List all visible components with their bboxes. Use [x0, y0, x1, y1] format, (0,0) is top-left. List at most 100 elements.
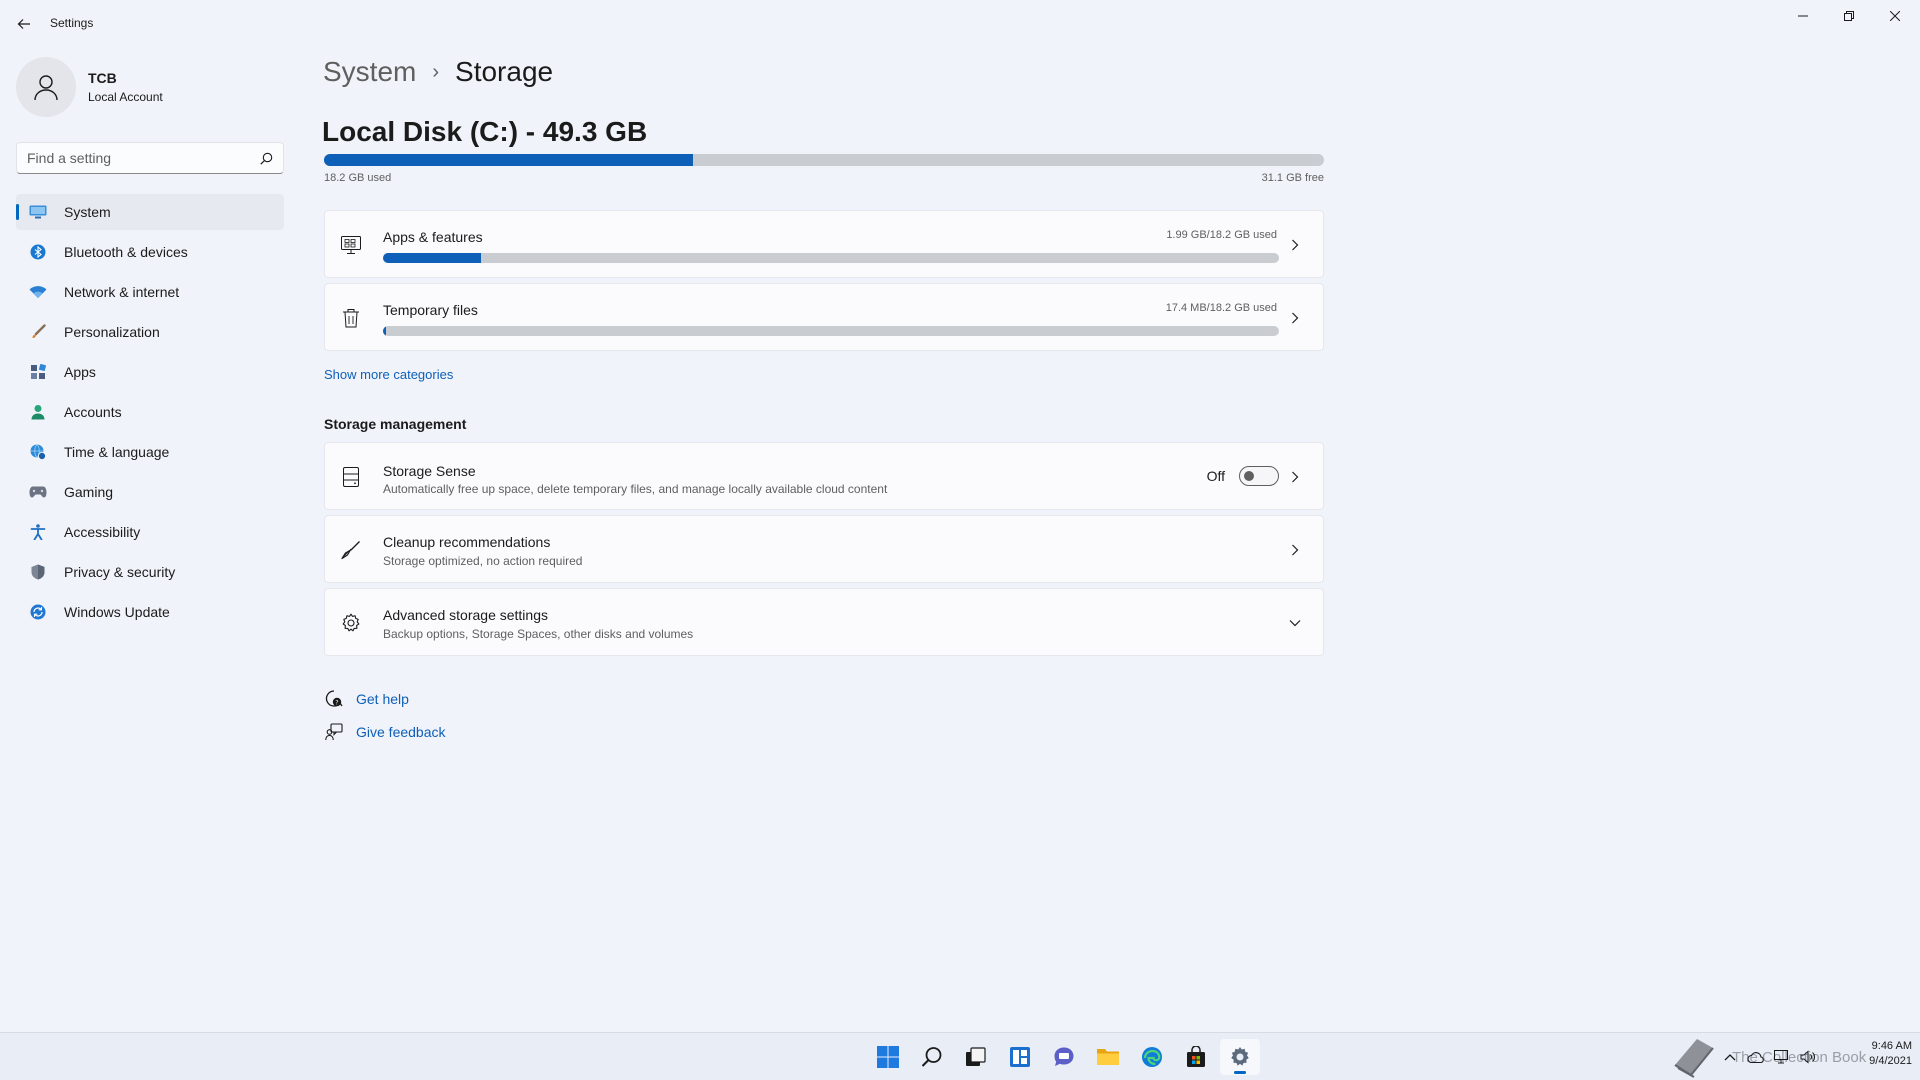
title-bar: Settings — [0, 0, 1920, 48]
sidebar-item-apps[interactable]: Apps — [16, 354, 284, 390]
back-button[interactable] — [10, 10, 38, 38]
toggle-knob — [1244, 471, 1254, 481]
storage-sense-card[interactable]: Storage Sense Automatically free up spac… — [324, 442, 1324, 510]
storage-drive-icon — [339, 465, 363, 489]
restore-icon — [1844, 11, 1854, 21]
sidebar-item-label: Windows Update — [64, 604, 170, 620]
close-button[interactable] — [1872, 0, 1918, 32]
person-icon — [28, 402, 48, 422]
taskbar-search-button[interactable] — [912, 1039, 952, 1075]
sidebar-item-time-language[interactable]: Time & language — [16, 434, 284, 470]
sidebar-item-privacy[interactable]: Privacy & security — [16, 554, 284, 590]
volume-icon[interactable] — [1798, 1049, 1818, 1065]
feedback-icon — [324, 722, 344, 742]
taskbar-clock[interactable]: 9:46 AM 9/4/2021 — [1832, 1039, 1912, 1069]
storage-sense-toggle-group: Off — [1207, 466, 1279, 486]
store-icon — [1187, 1046, 1205, 1067]
sidebar-item-windows-update[interactable]: Windows Update — [16, 594, 284, 630]
sidebar-item-label: Bluetooth & devices — [64, 244, 188, 260]
settings-taskbar-button[interactable] — [1220, 1039, 1260, 1075]
search-input[interactable] — [27, 150, 260, 166]
category-title: Apps & features — [383, 229, 483, 245]
sidebar-item-network[interactable]: Network & internet — [16, 274, 284, 310]
storage-sense-subtitle: Automatically free up space, delete temp… — [383, 482, 888, 496]
disk-usage-bar — [324, 154, 1324, 166]
teams-chat-button[interactable] — [1044, 1039, 1084, 1075]
sidebar-item-accessibility[interactable]: Accessibility — [16, 514, 284, 550]
shield-icon — [28, 562, 48, 582]
globe-clock-icon — [28, 442, 48, 462]
close-icon — [1890, 11, 1900, 21]
disk-usage-fill — [324, 154, 693, 166]
minimize-button[interactable] — [1780, 0, 1826, 32]
sidebar-item-system[interactable]: System — [16, 194, 284, 230]
sidebar-item-gaming[interactable]: Gaming — [16, 474, 284, 510]
sidebar-item-bluetooth[interactable]: Bluetooth & devices — [16, 234, 284, 270]
search-box[interactable] — [16, 142, 284, 174]
gear-icon — [339, 611, 363, 635]
storage-management-heading: Storage management — [324, 416, 467, 432]
page-title: Storage — [455, 56, 554, 87]
cleanup-title: Cleanup recommendations — [383, 534, 551, 550]
broom-icon — [339, 538, 363, 562]
store-button[interactable] — [1176, 1039, 1216, 1075]
chevron-up-icon[interactable] — [1720, 1049, 1740, 1065]
sidebar-item-personalization[interactable]: Personalization — [16, 314, 284, 350]
chevron-right-icon — [1287, 310, 1303, 326]
disk-title: Local Disk (C:) - 49.3 GB — [322, 116, 648, 147]
user-profile[interactable]: TCB Local Account — [16, 56, 163, 118]
start-button[interactable] — [868, 1039, 908, 1075]
file-explorer-button[interactable] — [1088, 1039, 1128, 1075]
disk-free-label: 31.1 GB free — [1261, 172, 1324, 184]
monitor-icon — [28, 202, 48, 222]
system-tray: The Collection Book 9:46 AM 9/4/2021 — [1668, 1037, 1920, 1078]
advanced-storage-settings-card[interactable]: Advanced storage settings Backup options… — [324, 588, 1324, 656]
svg-text:?: ? — [335, 700, 338, 707]
category-temporary-files[interactable]: Temporary files 17.4 MB/18.2 GB used — [324, 283, 1324, 351]
profile-account-type: Local Account — [88, 90, 163, 104]
tray-icons — [1720, 1049, 1824, 1065]
profile-name: TCB — [88, 70, 117, 86]
task-view-button[interactable] — [956, 1039, 996, 1075]
category-usage: 17.4 MB/18.2 GB used — [1165, 302, 1277, 314]
edge-icon — [1142, 1047, 1162, 1067]
taskbar-apps — [868, 1039, 1264, 1075]
avatar — [16, 57, 76, 117]
search-icon[interactable] — [260, 152, 273, 165]
back-arrow-icon — [17, 19, 30, 29]
sidebar-item-label: Network & internet — [64, 284, 180, 300]
chevron-down-icon[interactable] — [1287, 615, 1303, 631]
show-more-categories-link[interactable]: Show more categories — [324, 367, 453, 382]
minimize-icon — [1798, 15, 1808, 17]
cleanup-recommendations-card[interactable]: Cleanup recommendations Storage optimize… — [324, 515, 1324, 583]
trash-icon — [339, 306, 363, 330]
breadcrumb-system[interactable]: System — [323, 56, 416, 88]
category-title: Temporary files — [383, 302, 478, 318]
give-feedback-link[interactable]: Give feedback — [356, 724, 446, 740]
sidebar-item-accounts[interactable]: Accounts — [16, 394, 284, 430]
book-icon[interactable] — [1668, 1037, 1720, 1078]
category-apps-features[interactable]: Apps & features 1.99 GB/18.2 GB used — [324, 210, 1324, 278]
brush-icon — [28, 322, 48, 342]
disk-used-label: 18.2 GB used — [324, 172, 392, 184]
restore-button[interactable] — [1826, 0, 1872, 32]
apps-features-icon — [339, 233, 363, 257]
category-usage-fill — [383, 326, 386, 336]
get-help-link[interactable]: Get help — [356, 691, 409, 707]
sidebar-item-label: Gaming — [64, 484, 114, 500]
cloud-icon[interactable] — [1746, 1049, 1766, 1065]
advanced-storage-title: Advanced storage settings — [383, 607, 548, 623]
start-icon — [877, 1046, 899, 1068]
widgets-button[interactable] — [1000, 1039, 1040, 1075]
teams-chat-icon — [1054, 1047, 1074, 1066]
network-monitor-icon[interactable] — [1772, 1049, 1792, 1065]
breadcrumb-separator: › — [432, 60, 440, 83]
storage-sense-toggle[interactable] — [1239, 466, 1279, 486]
sidebar-item-label: Personalization — [64, 324, 160, 340]
widgets-icon — [1010, 1047, 1030, 1067]
app-title: Settings — [50, 16, 94, 30]
edge-button[interactable] — [1132, 1039, 1172, 1075]
give-feedback-row: Give feedback — [324, 722, 446, 742]
search-icon — [921, 1047, 942, 1067]
sidebar-item-label: Accessibility — [64, 524, 141, 540]
